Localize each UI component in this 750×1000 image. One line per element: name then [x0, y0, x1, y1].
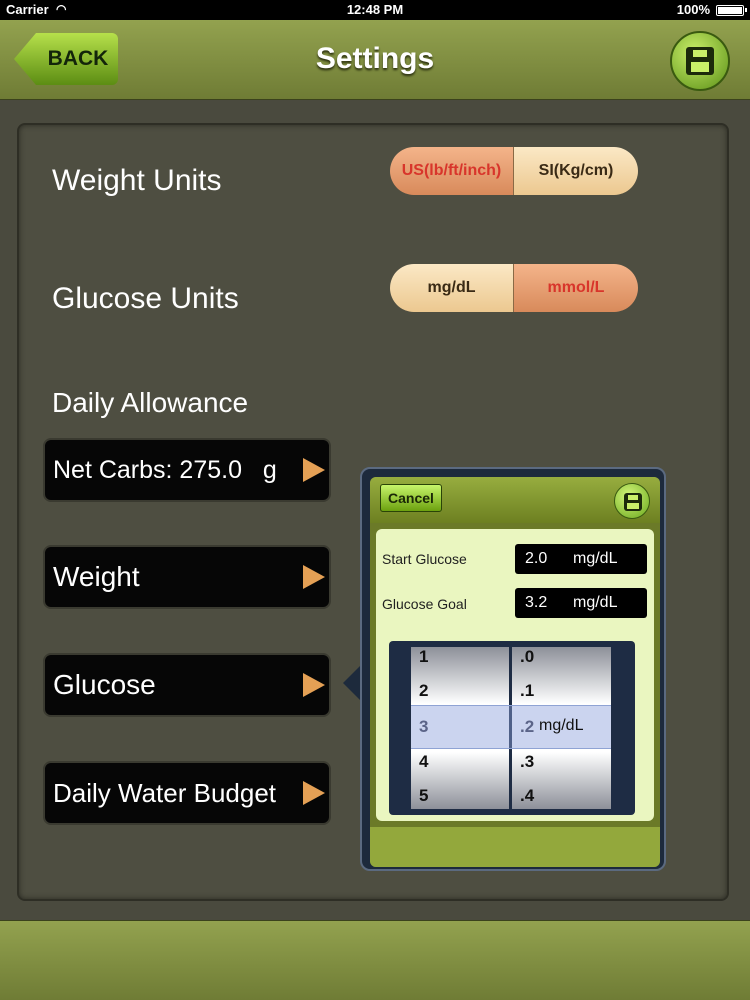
net-carbs-button[interactable]: Net Carbs: 275.0 g	[43, 438, 331, 502]
picker-option: .1	[520, 681, 535, 700]
glucose-goal-field[interactable]: 3.2 mg/dL	[515, 588, 647, 618]
picker-option: 5	[419, 786, 429, 805]
picker-option: 2	[419, 681, 429, 700]
picker-option: .0	[520, 647, 535, 666]
picker-option: .4	[520, 786, 535, 805]
status-bar: Carrier ◠ 12:48 PM 100%	[0, 0, 750, 20]
popover-header: Cancel	[370, 477, 660, 523]
battery-icon	[716, 5, 747, 16]
glucose-label: Glucose	[53, 669, 156, 700]
cancel-button[interactable]: Cancel	[380, 484, 442, 512]
start-glucose-unit: mg/dL	[573, 550, 618, 567]
chevron-right-icon	[303, 565, 325, 589]
picker-option: 4	[419, 752, 429, 771]
start-glucose-value: 2.0	[525, 550, 548, 567]
popover-body: Cancel Start Glucose 2.0 mg/dL Glucose G…	[370, 477, 660, 867]
weight-label: Weight	[53, 561, 140, 592]
daily-water-budget-button[interactable]: Daily Water Budget	[43, 761, 331, 825]
glucose-goal-unit: mg/dL	[573, 594, 618, 611]
glucose-goal-value: 3.2	[525, 594, 548, 611]
chevron-right-icon	[303, 781, 325, 805]
start-glucose-field[interactable]: 2.0 mg/dL	[515, 544, 647, 574]
floppy-disk-icon	[686, 47, 714, 75]
glucose-units-segmented-control: mg/dL mmol/L	[390, 264, 638, 312]
glucose-popover: Cancel Start Glucose 2.0 mg/dL Glucose G…	[360, 467, 666, 871]
picker-option: .3	[520, 752, 535, 771]
save-button[interactable]	[670, 31, 730, 91]
net-carbs-label: Net Carbs: 275.0 g	[53, 456, 277, 484]
daily-water-budget-label: Daily Water Budget	[53, 778, 277, 808]
popover-pointer	[343, 665, 361, 701]
bottom-toolbar	[0, 920, 750, 1000]
glucose-button[interactable]: Glucose	[43, 653, 331, 717]
glucose-picker: 1 2 3 4 5 .0 .1 .2 .3 .4 mg/dL	[389, 641, 635, 815]
picker-option: 1	[419, 647, 429, 666]
popover-footer	[370, 827, 660, 867]
chevron-right-icon	[303, 673, 325, 697]
start-glucose-label: Start Glucose	[382, 551, 467, 567]
floppy-disk-icon	[624, 493, 642, 511]
glucose-units-label: Glucose Units	[52, 282, 239, 315]
weight-unit-si-option[interactable]: SI(Kg/cm)	[514, 147, 638, 195]
popover-save-button[interactable]	[614, 483, 650, 519]
glucose-unit-mgdl-option[interactable]: mg/dL	[390, 264, 514, 312]
daily-allowance-label: Daily Allowance	[52, 387, 249, 418]
glucose-unit-mmol-option[interactable]: mmol/L	[514, 264, 638, 312]
glucose-goal-label: Glucose Goal	[382, 596, 467, 612]
battery-percent: 100%	[676, 2, 710, 17]
picker-unit-label: mg/dL	[539, 717, 584, 734]
status-time: 12:48 PM	[346, 2, 404, 17]
weight-button[interactable]: Weight	[43, 545, 331, 609]
weight-unit-us-option[interactable]: US(lb/ft/inch)	[390, 147, 514, 195]
weight-units-segmented-control: US(lb/ft/inch) SI(Kg/cm)	[390, 147, 638, 195]
page-title: Settings	[315, 42, 435, 75]
chevron-right-icon	[303, 458, 325, 482]
popover-content: Start Glucose 2.0 mg/dL Glucose Goal 3.2…	[376, 529, 654, 821]
weight-units-label: Weight Units	[52, 164, 222, 197]
